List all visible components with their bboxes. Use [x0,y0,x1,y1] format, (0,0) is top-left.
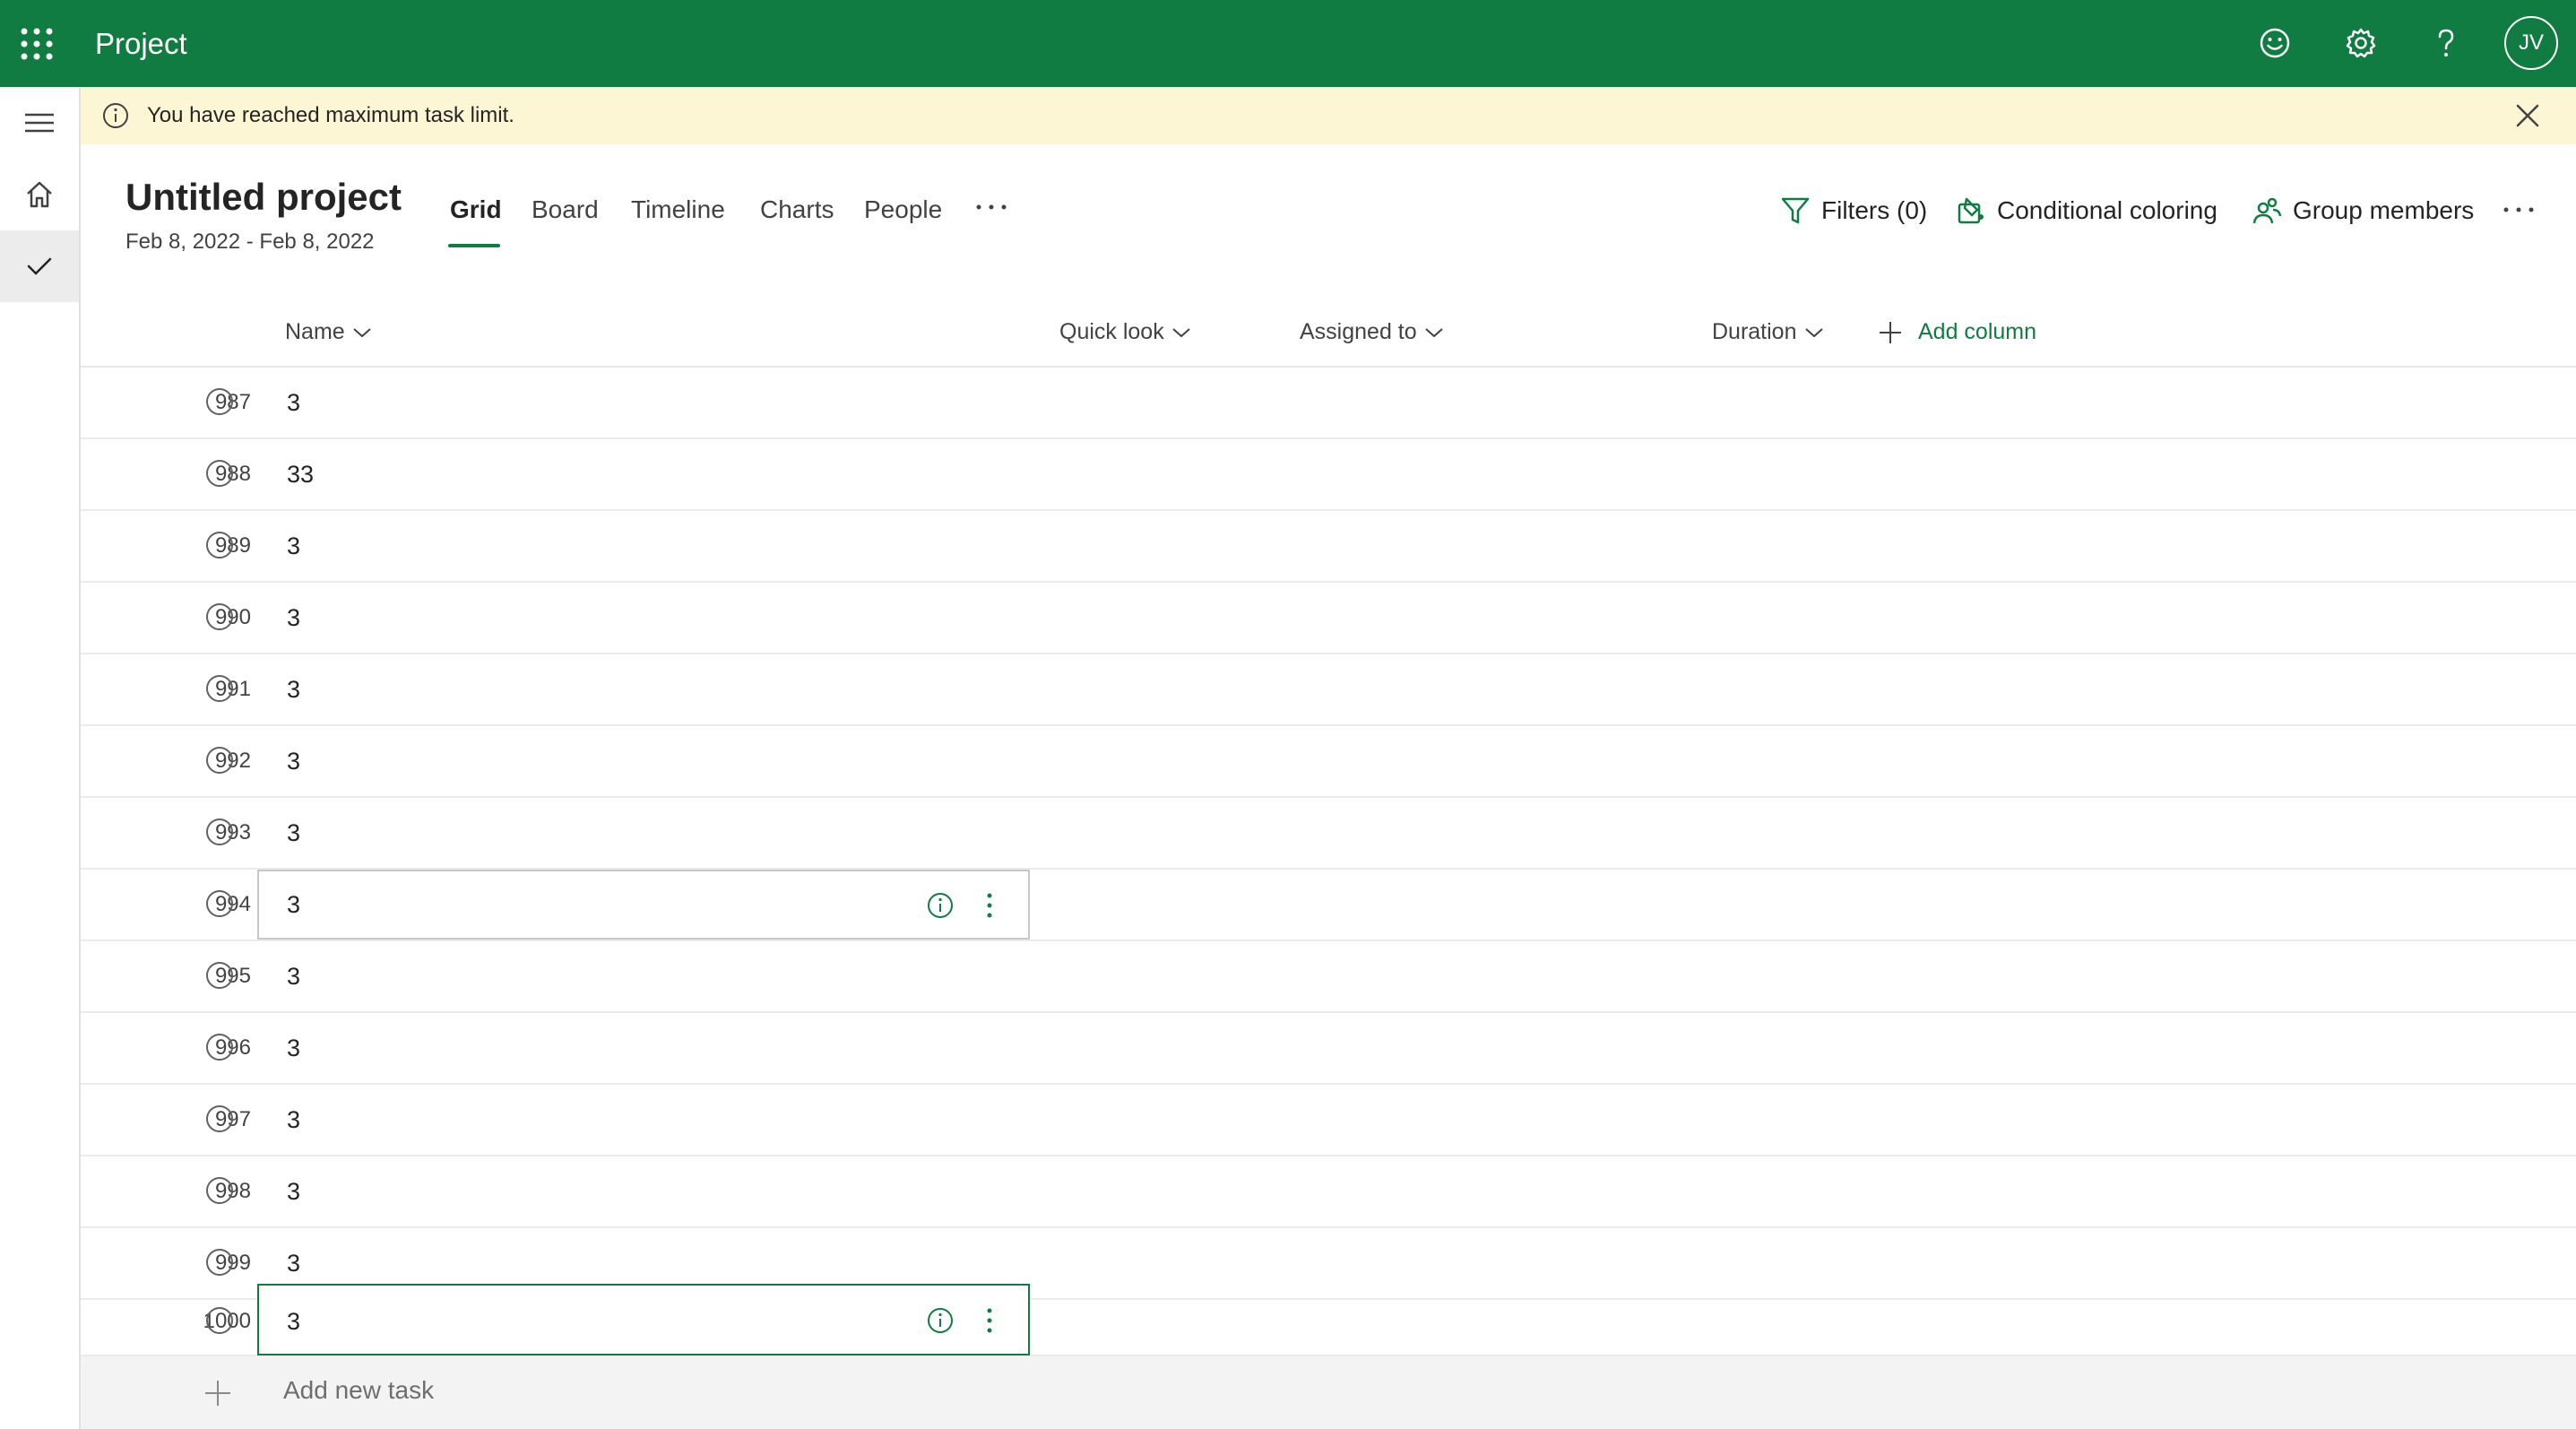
task-name[interactable]: 3 [287,368,300,437]
table-row[interactable]: 998 3 [81,1156,2576,1228]
complete-task-checkbox[interactable] [206,675,233,702]
active-tab-indicator [448,244,500,247]
complete-task-checkbox[interactable] [206,1034,233,1061]
complete-task-checkbox[interactable] [206,532,233,559]
add-new-task-input[interactable]: Add new task [283,1376,434,1405]
table-row[interactable]: 991 3 [81,654,2576,726]
column-header-assigned-to[interactable]: Assigned to [1300,319,1444,345]
table-row[interactable]: 992 3 [81,726,2576,798]
task-name[interactable]: 3 [287,870,300,940]
chevron-down-icon [1172,327,1190,337]
group-members-button[interactable]: Group members [2252,195,2474,226]
chevron-down-icon [1804,327,1823,337]
table-row[interactable]: 990 3 [81,583,2576,654]
complete-task-checkbox[interactable] [206,1307,233,1334]
home-icon [27,181,52,208]
more-options-icon[interactable] [2503,205,2535,214]
nav-home-button[interactable] [0,159,79,230]
tab-people[interactable]: People [864,195,942,224]
app-launcher-icon[interactable] [20,27,54,61]
tab-charts[interactable]: Charts [760,195,834,224]
group-members-label: Group members [2293,196,2475,224]
table-row[interactable]: 996 3 [81,1013,2576,1085]
complete-task-checkbox[interactable] [206,818,233,845]
conditional-coloring-icon [1958,197,1984,224]
info-icon [103,103,128,128]
table-row[interactable]: 994 3 [81,870,2576,941]
column-header-name[interactable]: Name [285,319,372,345]
nav-menu-button[interactable] [0,87,79,159]
plus-icon [1880,321,1901,343]
left-nav [0,87,81,1429]
add-new-task-row[interactable]: Add new task [81,1356,2576,1429]
complete-task-checkbox[interactable] [206,1249,233,1276]
smiley-icon[interactable] [2253,22,2296,65]
complete-task-checkbox[interactable] [206,603,233,630]
table-row[interactable]: 987 3 [81,368,2576,439]
tabs-more-icon[interactable] [975,203,1007,212]
table-row[interactable]: 1000 3 [81,1284,2576,1356]
plus-icon [205,1381,230,1406]
task-name[interactable]: 3 [287,1085,300,1155]
filters-label: Filters (0) [1821,196,1928,224]
task-name[interactable]: 3 [287,511,300,581]
task-name[interactable]: 3 [287,654,300,724]
complete-task-checkbox[interactable] [206,890,233,917]
task-name-cell-focused[interactable] [257,1284,1030,1355]
table-row[interactable]: 988 33 [81,439,2576,511]
task-name[interactable]: 3 [287,1156,300,1226]
filters-button[interactable]: Filters (0) [1780,195,1927,226]
chevron-down-icon [353,327,371,337]
complete-task-checkbox[interactable] [206,460,233,487]
column-header-quick-look[interactable]: Quick look [1059,319,1191,345]
close-icon[interactable] [2515,103,2540,128]
complete-task-checkbox[interactable] [206,1105,233,1132]
menu-icon [25,113,54,133]
complete-task-checkbox[interactable] [206,747,233,774]
group-members-icon [2252,197,2282,224]
column-header-duration[interactable]: Duration [1712,319,1824,345]
complete-task-checkbox[interactable] [206,388,233,415]
more-vertical-icon[interactable] [983,1306,996,1335]
help-icon[interactable] [2425,22,2468,65]
project-dates: Feb 8, 2022 - Feb 8, 2022 [125,230,375,254]
task-name[interactable]: 33 [287,439,314,509]
gear-icon[interactable] [2339,22,2382,65]
conditional-coloring-label: Conditional coloring [1997,196,2217,224]
user-avatar[interactable]: JV [2504,16,2558,70]
task-name[interactable]: 3 [287,583,300,653]
task-name[interactable]: 3 [287,1286,300,1356]
table-row[interactable]: 993 3 [81,798,2576,870]
task-name[interactable]: 3 [287,798,300,868]
task-name[interactable]: 3 [287,726,300,796]
task-name[interactable]: 3 [287,941,300,1011]
top-bar: Project JV [0,0,2576,87]
project-title[interactable]: Untitled project [125,176,402,219]
add-column-button[interactable]: Add column [1879,319,2036,345]
info-icon[interactable] [926,891,955,920]
task-name[interactable]: 3 [287,1013,300,1083]
task-name-cell-hover[interactable] [257,870,1030,940]
filter-icon [1781,197,1810,224]
table-row[interactable]: 989 3 [81,511,2576,583]
nav-tasks-button[interactable] [0,230,79,302]
tab-timeline[interactable]: Timeline [631,195,725,224]
task-limit-banner: You have reached maximum task limit. [81,87,2576,144]
table-row[interactable]: 995 3 [81,941,2576,1013]
table-row[interactable]: 997 3 [81,1085,2576,1156]
conditional-coloring-button[interactable]: Conditional coloring [1956,195,2217,226]
complete-task-checkbox[interactable] [206,1177,233,1204]
info-icon[interactable] [926,1306,955,1335]
complete-task-checkbox[interactable] [206,962,233,989]
tab-grid[interactable]: Grid [450,195,502,224]
tab-board[interactable]: Board [532,195,599,224]
banner-message: You have reached maximum task limit. [147,103,514,127]
app-title[interactable]: Project [95,27,187,61]
more-vertical-icon[interactable] [983,891,996,920]
checkmark-icon [27,257,52,275]
chevron-down-icon [1424,327,1443,337]
